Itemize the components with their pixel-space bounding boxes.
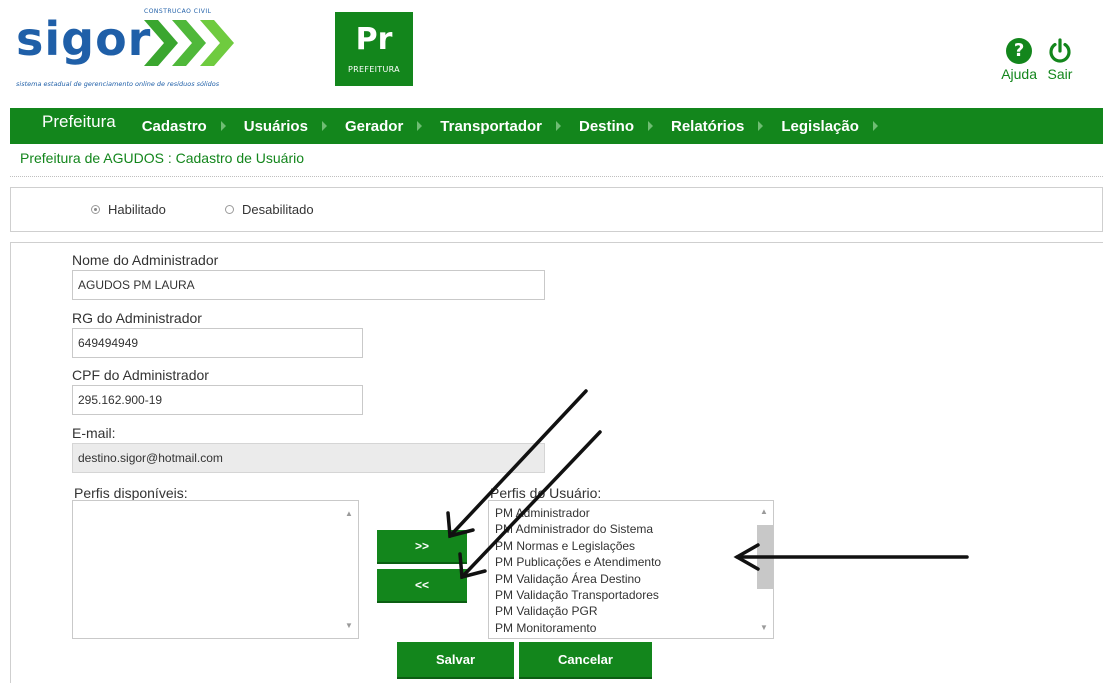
- scrollbar[interactable]: ▲ ▼: [755, 501, 773, 638]
- logo-wordmark: sigor: [16, 12, 152, 66]
- scroll-up-icon[interactable]: ▲: [760, 507, 768, 516]
- email-input: [72, 443, 545, 473]
- nav-separator-icon: [872, 121, 878, 131]
- help-icon: ?: [1006, 38, 1033, 64]
- list-item[interactable]: PM Administrador: [495, 505, 661, 521]
- nav-item-relatorios[interactable]: Relatórios: [671, 117, 764, 135]
- list-item[interactable]: PM Publicações e Atendimento: [495, 554, 661, 570]
- logout-button[interactable]: Sair: [1047, 38, 1073, 82]
- nav-separator-icon: [648, 121, 653, 131]
- name-label: Nome do Administrador: [72, 252, 219, 268]
- nav-label: Usuários: [243, 117, 308, 135]
- nav-label: Cadastro: [141, 117, 207, 135]
- top-actions: ? Ajuda Sair: [1001, 38, 1073, 82]
- list-item[interactable]: PM Validação Transportadores: [495, 587, 661, 603]
- nav-label: Transportador: [440, 117, 542, 135]
- list-item[interactable]: PM Monitoramento: [495, 620, 661, 636]
- name-input[interactable]: [72, 270, 545, 300]
- remove-profile-button[interactable]: <<: [377, 569, 467, 603]
- email-label: E-mail:: [72, 425, 116, 441]
- prefeitura-badge: Pr PREFEITURA: [335, 12, 413, 86]
- nav-item-gerador[interactable]: Gerador: [344, 117, 423, 135]
- list-item[interactable]: PM Normas e Legislações: [495, 538, 661, 554]
- nav-label: Destino: [578, 117, 634, 135]
- enabled-radio[interactable]: Habilitado: [91, 202, 166, 217]
- nav-item-destino[interactable]: Destino: [579, 118, 653, 135]
- scroll-down-icon[interactable]: ▼: [345, 621, 353, 630]
- disabled-label: Desabilitado: [242, 202, 314, 217]
- logo-chevrons-icon: [144, 20, 234, 66]
- radio-unselected-icon: [225, 205, 234, 214]
- rg-label: RG do Administrador: [72, 310, 202, 326]
- logo-tagline: sistema estadual de gerenciamento online…: [16, 80, 220, 88]
- user-profiles-list[interactable]: PM Administrador PM Administrador do Sis…: [488, 500, 774, 639]
- nav-item-cadastro[interactable]: Cadastro: [142, 118, 226, 135]
- cpf-label: CPF do Administrador: [72, 367, 209, 383]
- logout-label: Sair: [1047, 66, 1073, 82]
- disabled-radio[interactable]: Desabilitado: [225, 202, 314, 217]
- cpf-input[interactable]: [72, 385, 363, 415]
- scroll-up-icon[interactable]: ▲: [345, 509, 353, 518]
- list-item[interactable]: PM Validação Área Destino: [495, 571, 661, 587]
- radio-selected-icon: [91, 205, 100, 214]
- scrollbar[interactable]: ▲ ▼: [340, 501, 358, 638]
- nav-label: Relatórios: [671, 117, 745, 135]
- divider: [10, 176, 1103, 177]
- power-icon: [1049, 38, 1071, 63]
- nav-home[interactable]: Prefeitura: [42, 112, 116, 132]
- user-profiles-label: Perfis do Usuário:: [490, 485, 602, 501]
- help-button[interactable]: ? Ajuda: [1001, 38, 1037, 82]
- save-button[interactable]: Salvar: [397, 642, 514, 679]
- user-profiles-items: PM Administrador PM Administrador do Sis…: [495, 505, 661, 636]
- list-item[interactable]: PM Administrador do Sistema: [495, 521, 661, 537]
- nav-item-usuarios[interactable]: Usuários: [244, 118, 327, 135]
- scroll-down-icon[interactable]: ▼: [760, 623, 768, 632]
- sigor-logo[interactable]: sigor CONSTRUCAO CIVIL sistema estadual …: [16, 4, 246, 92]
- enabled-label: Habilitado: [108, 202, 166, 217]
- logo-subtitle: CONSTRUCAO CIVIL: [144, 8, 212, 15]
- nav-item-transportador[interactable]: Transportador: [440, 118, 561, 135]
- nav-separator-icon: [220, 121, 226, 131]
- nav-separator-icon: [555, 121, 561, 131]
- add-profile-button[interactable]: >>: [377, 530, 467, 564]
- list-item[interactable]: PM Validação PGR: [495, 603, 661, 619]
- available-profiles-list[interactable]: ▲ ▼: [72, 500, 359, 639]
- help-label: Ajuda: [1001, 66, 1037, 82]
- nav-separator-icon: [758, 121, 764, 131]
- badge-label: PREFEITURA: [348, 65, 400, 74]
- badge-abbrev: Pr: [355, 22, 393, 57]
- nav-label: Legislação: [781, 117, 859, 135]
- nav-item-legislacao[interactable]: Legislação: [781, 118, 878, 135]
- nav-separator-icon: [417, 121, 423, 131]
- nav-label: Gerador: [344, 117, 404, 135]
- main-nav: Prefeitura Cadastro Usuários Gerador Tra…: [10, 108, 1103, 144]
- nav-separator-icon: [321, 121, 327, 131]
- status-panel: Habilitado Desabilitado: [10, 187, 1103, 232]
- cancel-button[interactable]: Cancelar: [519, 642, 652, 679]
- rg-input[interactable]: [72, 328, 363, 358]
- available-profiles-label: Perfis disponíveis:: [74, 485, 188, 501]
- breadcrumb: Prefeitura de AGUDOS : Cadastro de Usuár…: [20, 150, 305, 166]
- scroll-thumb[interactable]: [757, 525, 773, 589]
